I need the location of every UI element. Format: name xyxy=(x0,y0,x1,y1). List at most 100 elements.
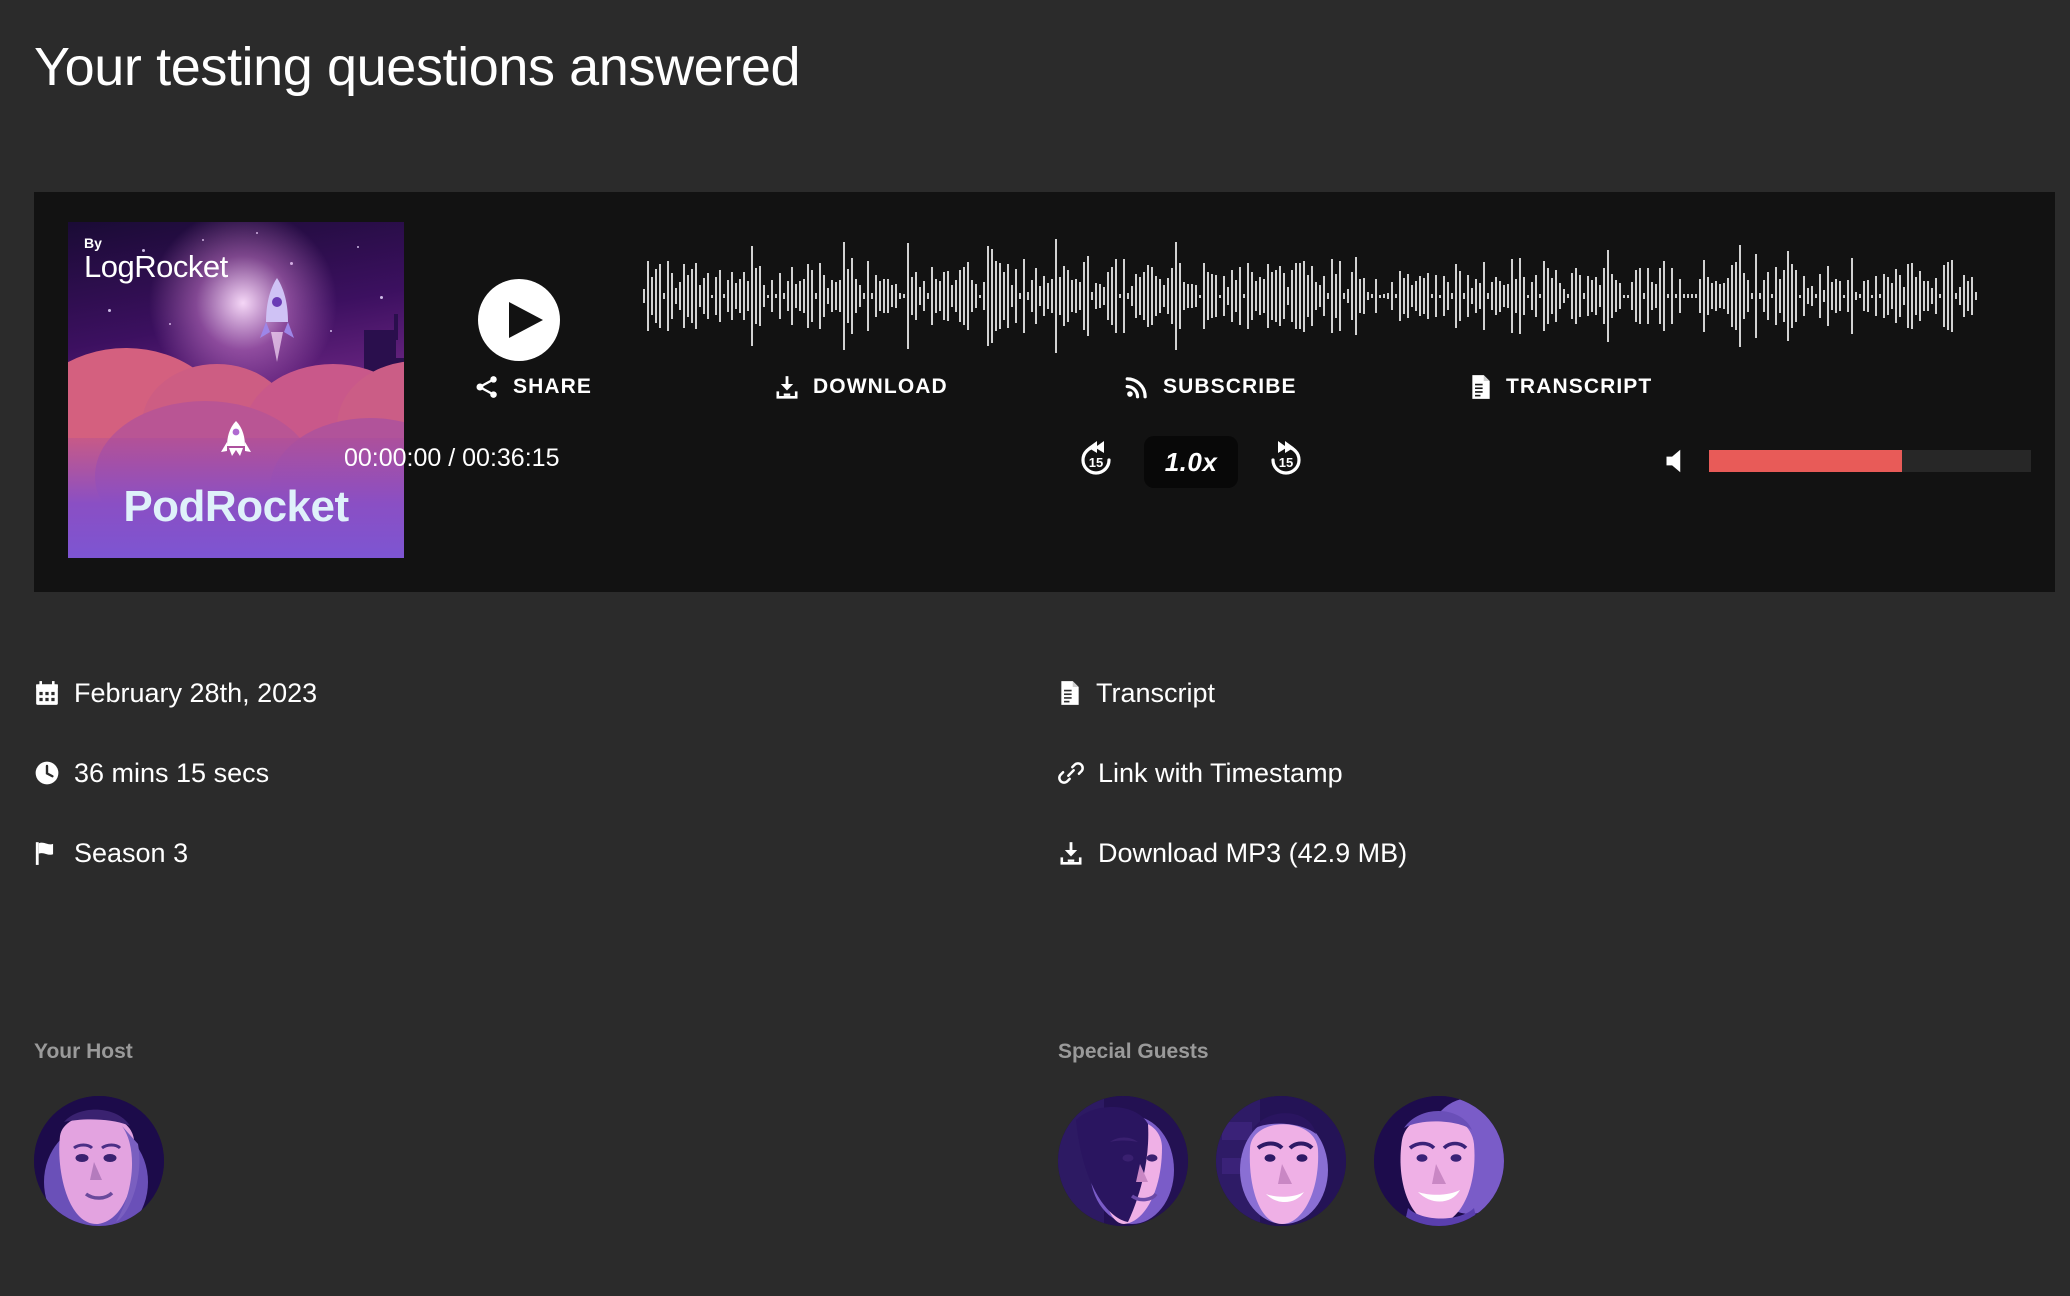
waveform-bar xyxy=(1647,268,1649,324)
waveform-bar xyxy=(695,263,697,329)
waveform-bar xyxy=(1099,283,1101,309)
rewind-15-button[interactable]: 15 xyxy=(1074,438,1118,487)
waveform-bar xyxy=(1371,294,1373,298)
waveform-bar xyxy=(771,280,773,312)
waveform-seek-bar[interactable] xyxy=(632,220,2022,372)
avatar-portrait xyxy=(34,1096,164,1226)
meta-link-transcript[interactable]: Transcript xyxy=(1058,672,1407,714)
waveform-bar xyxy=(1151,266,1153,326)
waveform-bar xyxy=(1003,271,1005,321)
waveform-bar xyxy=(879,281,881,311)
avatar[interactable] xyxy=(34,1096,164,1226)
guests-section: Special Guests xyxy=(1058,1040,1504,1226)
waveform-bar xyxy=(871,293,873,299)
waveform-bar xyxy=(1551,277,1553,315)
waveform-bar xyxy=(1507,284,1509,308)
waveform-bar xyxy=(707,273,709,319)
waveform-bar xyxy=(1135,273,1137,319)
waveform-bar xyxy=(1711,283,1713,309)
volume-control[interactable] xyxy=(1664,446,2031,476)
waveform-bar xyxy=(1367,292,1369,300)
waveform-bar xyxy=(1011,285,1013,307)
calendar-icon xyxy=(36,681,58,705)
waveform-bar xyxy=(1303,260,1305,332)
guest-avatar-row xyxy=(1058,1096,1504,1226)
waveform-bar xyxy=(1519,258,1521,334)
share-button[interactable]: SHARE xyxy=(474,374,592,400)
rewind-15-icon: 15 xyxy=(1081,441,1111,475)
waveform-bar xyxy=(1727,278,1729,314)
waveform-bar xyxy=(1655,284,1657,308)
waveform-bar xyxy=(1411,284,1413,308)
waveform-bar xyxy=(1943,264,1945,328)
guests-heading: Special Guests xyxy=(1058,1040,1209,1063)
waveform-bar xyxy=(1691,294,1693,298)
episode-page: Your testing questions answered By LogRo… xyxy=(0,0,2070,1296)
waveform-bar xyxy=(839,279,841,312)
waveform-bar xyxy=(1599,284,1601,308)
waveform-bar xyxy=(991,249,993,343)
waveform-bar xyxy=(911,276,913,316)
download-button-label: DOWNLOAD xyxy=(813,375,948,398)
waveform-bar xyxy=(1351,272,1353,320)
svg-text:15: 15 xyxy=(1089,455,1103,470)
waveform-bar xyxy=(1171,267,1173,325)
waveform-bar xyxy=(1499,280,1501,312)
waveform-bar xyxy=(855,279,857,313)
waveform-bar xyxy=(1267,264,1269,328)
waveform-bar xyxy=(1379,294,1381,298)
waveform-bar xyxy=(1579,274,1581,318)
volume-slider-track[interactable] xyxy=(1709,450,2031,472)
waveform-bar xyxy=(1483,261,1485,331)
download-icon xyxy=(776,376,798,399)
waveform-bar xyxy=(1755,253,1757,339)
avatar[interactable] xyxy=(1058,1096,1188,1226)
waveform-bar xyxy=(1115,258,1117,334)
waveform-bar xyxy=(1803,276,1805,316)
waveform-bar xyxy=(1063,266,1065,326)
waveform-bar xyxy=(1307,275,1309,317)
cover-byline: By LogRocket xyxy=(84,236,228,282)
waveform-bar xyxy=(1343,293,1345,299)
playback-speed-button[interactable]: 1.0x xyxy=(1144,436,1238,488)
subscribe-button[interactable]: SUBSCRIBE xyxy=(1124,374,1297,400)
waveform-bar xyxy=(647,260,649,332)
waveform-bar xyxy=(1327,293,1329,299)
meta-link-timestamp[interactable]: Link with Timestamp xyxy=(1058,752,1407,794)
waveform-bar xyxy=(659,264,661,328)
forward-15-button[interactable]: 15 xyxy=(1264,438,1308,487)
waveform-bar xyxy=(1283,273,1285,319)
waveform-bar xyxy=(1895,268,1897,324)
waveform-bar xyxy=(1767,271,1769,321)
waveform-bar xyxy=(979,294,981,298)
forward-15-icon: 15 xyxy=(1271,441,1301,475)
waveform-bar xyxy=(1651,282,1653,310)
waveform-bar xyxy=(1143,271,1145,321)
waveform-bar xyxy=(719,270,721,322)
download-button[interactable]: DOWNLOAD xyxy=(774,374,948,400)
waveform-bar xyxy=(1847,280,1849,312)
play-button[interactable] xyxy=(478,279,560,361)
waveform-bar xyxy=(859,284,861,308)
waveform-bar xyxy=(699,284,701,308)
waveform-bar xyxy=(1659,268,1661,324)
volume-icon[interactable] xyxy=(1664,446,1694,476)
waveform-bar xyxy=(687,274,689,318)
waveform-bar xyxy=(1495,276,1497,316)
transcript-button[interactable]: TRANSCRIPT xyxy=(1469,374,1652,400)
waveform-bar xyxy=(1415,280,1417,312)
avatar[interactable] xyxy=(1216,1096,1346,1226)
waveform-bar xyxy=(1515,279,1517,313)
waveform-bar xyxy=(1631,282,1633,310)
waveform-bar xyxy=(1235,279,1237,313)
waveform-bar xyxy=(923,281,925,311)
avatar[interactable] xyxy=(1374,1096,1504,1226)
link-icon xyxy=(1058,762,1084,784)
waveform-bar xyxy=(1671,268,1673,324)
waveform-bar xyxy=(843,241,845,351)
meta-link-download-mp3[interactable]: Download MP3 (42.9 MB) xyxy=(1058,832,1407,874)
waveform-bar xyxy=(1859,294,1861,298)
waveform-bar xyxy=(803,279,805,313)
waveform-bar xyxy=(1227,287,1229,305)
timecode-display: 00:00:00 / 00:36:15 xyxy=(344,444,560,472)
